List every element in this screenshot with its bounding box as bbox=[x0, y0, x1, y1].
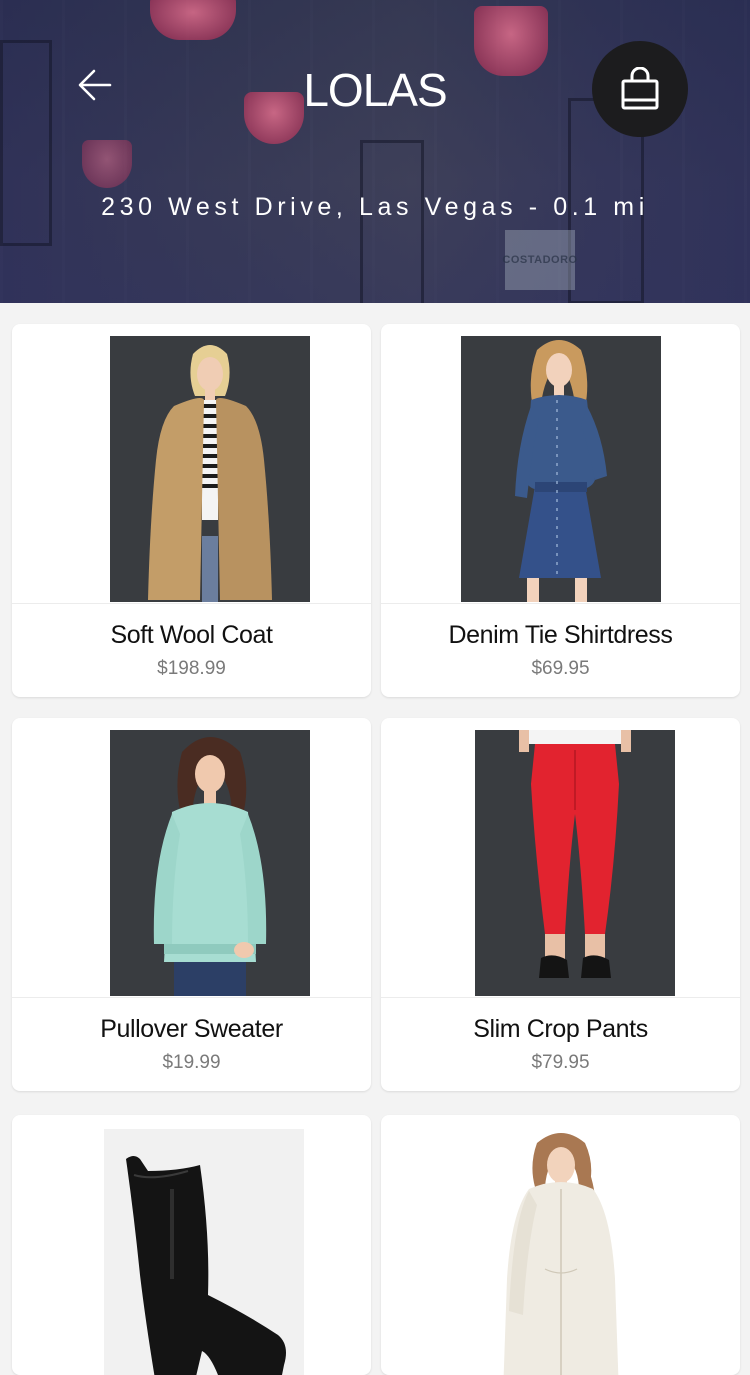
product-price: $19.99 bbox=[162, 1052, 221, 1073]
card-divider bbox=[12, 997, 371, 998]
product-price: $79.95 bbox=[531, 1052, 590, 1073]
product-image bbox=[110, 336, 310, 602]
product-card[interactable] bbox=[381, 1115, 740, 1375]
background-sign: COSTADORO bbox=[502, 230, 577, 290]
cart-button[interactable] bbox=[592, 41, 688, 137]
store-header: COSTADORO LOLAS 230 West Drive, Las Vega… bbox=[0, 0, 750, 303]
product-card[interactable] bbox=[12, 1115, 371, 1375]
store-address: 230 West Drive, Las Vegas - 0.1 mi bbox=[101, 193, 649, 221]
woman-mint-sweater-photo bbox=[110, 730, 310, 996]
product-name: Pullover Sweater bbox=[100, 1015, 283, 1043]
card-divider bbox=[381, 603, 740, 604]
product-image bbox=[110, 730, 310, 996]
product-price: $198.99 bbox=[157, 658, 226, 679]
product-card[interactable]: Denim Tie Shirtdress $69.95 bbox=[381, 324, 740, 697]
product-image bbox=[461, 336, 661, 602]
product-card[interactable]: Soft Wool Coat $198.99 bbox=[12, 324, 371, 697]
woman-denim-dress-photo bbox=[461, 336, 661, 602]
woman-camel-coat-photo bbox=[110, 336, 310, 602]
product-name: Slim Crop Pants bbox=[473, 1015, 648, 1043]
pendant-lamp bbox=[82, 140, 132, 188]
product-card[interactable]: Pullover Sweater $19.99 bbox=[12, 718, 371, 1091]
card-divider bbox=[381, 997, 740, 998]
product-name: Denim Tie Shirtdress bbox=[448, 621, 673, 649]
woman-white-jacket-photo bbox=[461, 1129, 661, 1375]
red-crop-pants-photo bbox=[475, 730, 675, 996]
product-image bbox=[104, 1129, 304, 1375]
product-price: $69.95 bbox=[531, 658, 590, 679]
black-ankle-boot-photo bbox=[104, 1129, 304, 1375]
pendant-lamp bbox=[150, 0, 236, 40]
card-divider bbox=[12, 603, 371, 604]
shopping-bag-icon bbox=[621, 67, 659, 110]
product-image bbox=[475, 730, 675, 996]
product-name: Soft Wool Coat bbox=[110, 621, 273, 649]
product-card[interactable]: Slim Crop Pants $79.95 bbox=[381, 718, 740, 1091]
product-image bbox=[461, 1129, 661, 1375]
